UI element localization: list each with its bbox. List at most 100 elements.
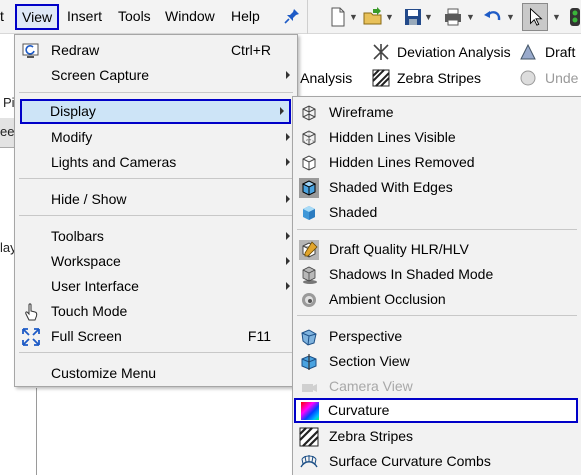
menu-item-hide-show[interactable]: Hide / Show — [15, 187, 297, 212]
touch-icon — [25, 303, 38, 321]
menu-item-wireframe[interactable]: Wireframe — [293, 100, 581, 125]
menu-item-label: Full Screen — [51, 328, 122, 344]
select-dropdown-icon[interactable]: ▼ — [552, 12, 561, 22]
menu-item-curvature[interactable]: Curvature — [294, 398, 578, 423]
menu-item-label: Hidden Lines Visible — [329, 129, 456, 145]
submenu-arrow-icon — [286, 232, 290, 240]
menu-item-perspective[interactable]: Perspective — [293, 324, 581, 349]
left-panel-tab[interactable]: ee — [0, 118, 15, 148]
menu-item-full-screen[interactable]: Full Screen F11 — [15, 324, 297, 349]
new-document-icon[interactable] — [327, 6, 349, 28]
menu-item-zebra-stripes[interactable]: Zebra Stripes — [293, 424, 581, 449]
menu-item-label: Wireframe — [329, 104, 394, 120]
menu-item-shadows[interactable]: Shadows In Shaded Mode — [293, 262, 581, 287]
traffic-light-icon[interactable] — [565, 6, 581, 28]
menu-item-lights-and-cameras[interactable]: Lights and Cameras — [15, 150, 297, 175]
redraw-icon — [22, 43, 39, 58]
undercut-icon — [520, 70, 536, 86]
menu-separator — [297, 315, 577, 316]
menu-item-workspace[interactable]: Workspace — [15, 249, 297, 274]
menu-item-label: Shadows In Shaded Mode — [329, 266, 494, 282]
menu-window[interactable]: Window — [165, 8, 215, 24]
print-icon[interactable] — [442, 6, 464, 28]
menu-item-label: Zebra Stripes — [329, 428, 414, 444]
menu-item-label: Hidden Lines Removed — [329, 154, 475, 170]
save-dropdown-icon[interactable]: ▼ — [424, 12, 433, 22]
perspective-icon — [301, 329, 317, 346]
menu-item-screen-capture[interactable]: Screen Capture — [15, 63, 297, 88]
menu-item-label: Hide / Show — [51, 191, 127, 207]
menu-item-ambient-occlusion[interactable]: Ambient Occlusion — [293, 287, 581, 312]
deviation-analysis-icon — [373, 44, 389, 60]
menu-edit-fragment[interactable]: t — [0, 8, 4, 24]
left-panel-fragment: ee — [0, 124, 15, 139]
menu-item-section-view[interactable]: Section View — [293, 349, 581, 374]
menu-item-label: Screen Capture — [51, 67, 150, 83]
print-dropdown-icon[interactable]: ▼ — [466, 12, 475, 22]
menu-tools[interactable]: Tools — [118, 8, 151, 24]
select-tool-button[interactable] — [522, 3, 548, 31]
menu-item-draft-quality[interactable]: Draft Quality HLR/HLV — [293, 237, 581, 262]
menu-item-redraw[interactable]: Redraw Ctrl+R — [15, 38, 297, 63]
menu-insert[interactable]: Insert — [67, 8, 102, 24]
analysis-fragment[interactable]: y Analysis — [290, 70, 352, 86]
menu-item-label: Modify — [51, 129, 93, 145]
left-tab-fragment[interactable]: Pi — [3, 95, 15, 110]
undercut-command[interactable]: Unde — [545, 70, 578, 86]
menu-item-toolbars[interactable]: Toolbars — [15, 224, 297, 249]
deviation-analysis-command[interactable]: Deviation Analysis — [397, 44, 511, 60]
menu-view[interactable]: View — [15, 4, 60, 30]
menu-item-surface-curvature-combs[interactable]: Surface Curvature Combs — [293, 449, 581, 474]
menu-separator — [19, 215, 293, 216]
menu-item-label: Surface Curvature Combs — [329, 453, 491, 469]
zebra-stripes-toolbar-icon — [372, 69, 390, 87]
menu-item-customize-menu[interactable]: Customize Menu — [15, 361, 297, 386]
menu-item-label: Lights and Cameras — [51, 154, 177, 170]
hidden-lines-visible-icon — [302, 130, 316, 146]
menu-item-label: Camera View — [329, 378, 413, 394]
menu-separator — [19, 352, 293, 353]
menu-item-label: Perspective — [329, 328, 403, 344]
zebra-stripes-command[interactable]: Zebra Stripes — [397, 70, 481, 86]
menu-item-label: Shaded — [329, 204, 378, 220]
open-folder-icon[interactable] — [362, 6, 384, 28]
menu-item-label: Display — [50, 103, 96, 119]
draft-analysis-command[interactable]: Draft — [545, 44, 575, 60]
submenu-arrow-icon — [286, 158, 290, 166]
menu-item-modify[interactable]: Modify — [15, 125, 297, 150]
new-dropdown-icon[interactable]: ▼ — [349, 12, 358, 22]
command-manager: Deviation Analysis Draft y Analysis Zebr… — [290, 34, 581, 96]
shaded-icon — [303, 206, 315, 220]
toolbar-separator — [307, 0, 308, 34]
menu-help[interactable]: Help — [231, 8, 260, 24]
menu-item-shaded[interactable]: Shaded — [293, 200, 581, 225]
submenu-arrow-icon — [280, 107, 284, 115]
curvature-icon — [301, 402, 319, 420]
undo-icon[interactable] — [482, 6, 504, 28]
menu-item-display[interactable]: Display — [20, 99, 291, 124]
menu-item-shaded-with-edges[interactable]: Shaded With Edges — [293, 175, 581, 200]
undo-dropdown-icon[interactable]: ▼ — [506, 12, 515, 22]
curvature-combs-icon — [300, 455, 318, 468]
shadows-icon — [302, 266, 317, 284]
view-menu: Redraw Ctrl+R Screen Capture Modify Ligh… — [14, 34, 298, 387]
submenu-arrow-icon — [286, 257, 290, 265]
open-dropdown-icon[interactable]: ▼ — [385, 12, 394, 22]
menu-item-camera-view[interactable]: Camera View — [293, 374, 581, 399]
menu-item-label: User Interface — [51, 278, 139, 294]
pin-icon[interactable] — [284, 8, 300, 24]
menu-item-label: Redraw — [51, 42, 100, 58]
section-view-icon — [301, 354, 317, 370]
save-icon[interactable] — [402, 6, 424, 28]
menu-item-touch-mode[interactable]: Touch Mode — [15, 299, 297, 324]
zebra-stripes-icon — [299, 427, 319, 447]
wireframe-icon — [302, 105, 316, 121]
hidden-lines-removed-icon — [302, 155, 316, 171]
menu-item-hidden-lines-visible[interactable]: Hidden Lines Visible — [293, 125, 581, 150]
shortcut-label: F11 — [247, 328, 271, 344]
submenu-arrow-icon — [286, 195, 290, 203]
submenu-arrow-icon — [286, 71, 290, 79]
menu-item-hidden-lines-removed[interactable]: Hidden Lines Removed — [293, 150, 581, 175]
menu-item-user-interface[interactable]: User Interface — [15, 274, 297, 299]
draft-analysis-icon — [520, 43, 536, 60]
